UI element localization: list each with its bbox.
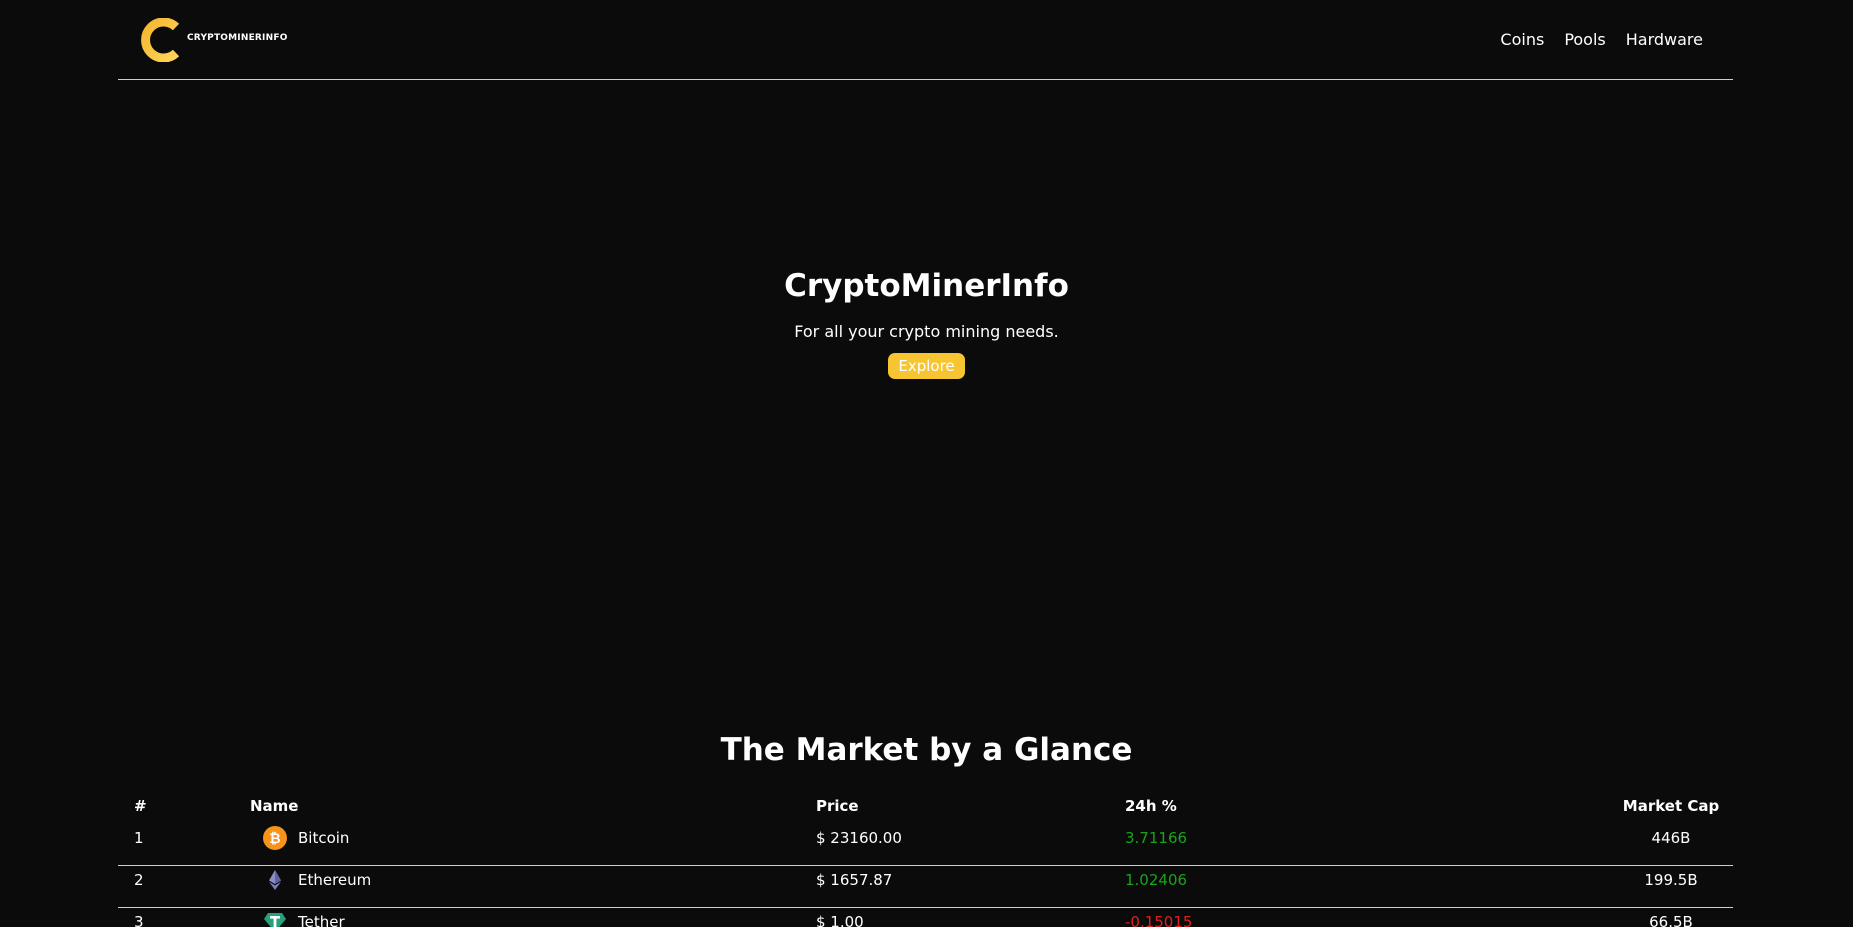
market-title: The Market by a Glance [720,732,1133,768]
logo-c-icon [141,18,180,62]
row-rank: 2 [134,871,144,890]
row-market-cap: 446B [1651,829,1691,848]
logo[interactable]: CRYPTOMINERINFO [140,18,288,62]
row-market-cap: 199.5B [1644,871,1698,890]
coin-name: Ethereum [298,871,372,890]
page: CRYPTOMINERINFO Coins Pools Hardware Cry… [0,0,1853,927]
nav-coins[interactable]: Coins [1500,30,1544,49]
market-table: # Name Price 24h % Market Cap 1 ₿ Bitcoi… [118,794,1733,927]
table-header: # Name Price 24h % Market Cap [118,794,1733,824]
column-header-market-cap: Market Cap [1622,797,1720,815]
column-header-change: 24h % [1125,797,1177,815]
bitcoin-icon: ₿ [263,826,287,851]
row-price: $ 1.00 [816,913,864,927]
site-header: CRYPTOMINERINFO Coins Pools Hardware [118,0,1733,80]
column-header-rank: # [134,797,147,815]
row-name: Tether [250,910,345,927]
nav-hardware[interactable]: Hardware [1626,30,1703,49]
row-price: $ 23160.00 [816,829,902,848]
svg-text:₿: ₿ [269,831,280,847]
row-name: ₿ Bitcoin [250,826,350,851]
hero-title: CryptoMinerInfo [784,268,1069,304]
ethereum-icon [269,870,281,891]
row-rank: 1 [134,829,144,848]
explore-button[interactable]: Explore [888,353,965,379]
row-change: -0.15015 [1125,913,1193,927]
main-nav: Coins Pools Hardware [1500,30,1703,49]
column-header-price: Price [816,797,859,815]
coin-name: Tether [298,913,345,927]
table-row[interactable]: 3 Tether $ 1.00 -0.15015 66.5B [118,908,1733,927]
row-price: $ 1657.87 [816,871,893,890]
hero-section: CryptoMinerInfo For all your crypto mini… [0,264,1853,379]
row-rank: 3 [134,913,144,927]
logo-text: CRYPTOMINERINFO [187,33,288,43]
row-change: 3.71166 [1125,829,1188,848]
row-change: 1.02406 [1125,871,1188,890]
nav-pools[interactable]: Pools [1564,30,1605,49]
row-name: Ethereum [250,868,371,892]
table-row[interactable]: 1 ₿ Bitcoin $ 23160.00 3.71166 446B [118,824,1733,866]
hero-subtitle: For all your crypto mining needs. [794,322,1059,341]
coin-name: Bitcoin [298,829,350,848]
table-row[interactable]: 2 Ethereum $ 1657.87 1.02406 199.5B [118,866,1733,908]
column-header-name: Name [250,797,299,815]
tether-icon [264,913,286,927]
row-market-cap: 66.5B [1649,913,1693,927]
